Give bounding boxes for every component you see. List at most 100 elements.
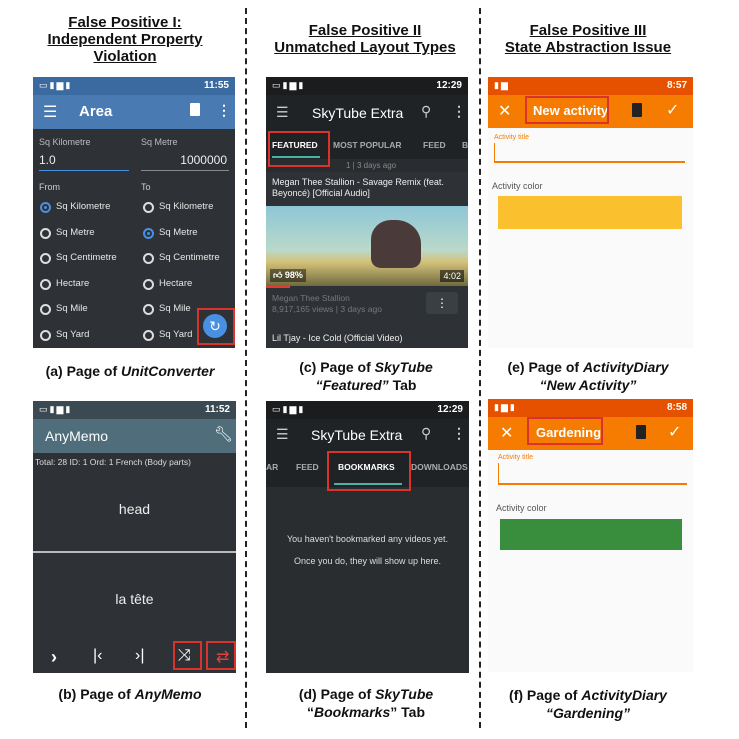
- column-divider: [245, 8, 247, 728]
- overflow-icon[interactable]: ⋮: [452, 103, 466, 120]
- caption-line: (d) Page of SkyTube: [250, 685, 482, 703]
- from-option-label[interactable]: Sq Centimetre: [56, 252, 117, 263]
- caption-text: (e) Page of: [507, 359, 583, 375]
- video-options-button[interactable]: ⋮: [426, 292, 458, 314]
- page-title: Area: [79, 103, 113, 120]
- from-radio[interactable]: [40, 202, 51, 213]
- highlight-shuffle: [173, 641, 202, 670]
- app-bar: ☰ Area ⋮: [33, 95, 235, 129]
- tab-bookmarks-partial[interactable]: B: [462, 140, 468, 150]
- to-radio[interactable]: [143, 304, 154, 315]
- to-option-label[interactable]: Sq Mile: [159, 303, 191, 314]
- sq-km-label: Sq Kilometre: [39, 137, 91, 147]
- to-option-label[interactable]: Hectare: [159, 278, 192, 289]
- from-option-label[interactable]: Hectare: [56, 278, 89, 289]
- status-bar: ▮▆▮ 8:58: [488, 399, 693, 417]
- activity-title-label: Activity title: [494, 134, 530, 141]
- activity-title-input[interactable]: [494, 143, 685, 163]
- activity-color-swatch[interactable]: [500, 519, 682, 550]
- video-title: Megan Thee Stallion - Savage Remix (feat…: [272, 177, 444, 198]
- video-thumbnail[interactable]: 👍︎ 98% 4:02: [266, 206, 468, 286]
- status-bar: ▭▮▆▮ 11:55: [33, 77, 235, 95]
- to-radio[interactable]: [143, 278, 154, 290]
- from-option-label[interactable]: Sq Metre: [56, 227, 95, 238]
- search-icon[interactable]: ⚲: [421, 425, 431, 442]
- clock: 8:57: [666, 80, 687, 91]
- to-radio[interactable]: [143, 202, 154, 213]
- tab-downloads[interactable]: DOWNLOADS: [411, 462, 468, 472]
- caption-c: (c) Page of SkyTube “Featured” Tab: [250, 358, 482, 394]
- tab-feed[interactable]: FEED: [423, 140, 446, 150]
- from-radio[interactable]: [40, 329, 51, 341]
- clock: 11:52: [204, 404, 230, 415]
- delete-icon[interactable]: [636, 425, 646, 439]
- to-option-label[interactable]: Sq Metre: [159, 227, 198, 238]
- caption-text: (a) Page of: [45, 363, 122, 379]
- caption-line: “Bookmarks” Tab: [250, 703, 482, 721]
- header-line: False Positive III: [529, 22, 647, 39]
- to-radio[interactable]: [143, 253, 154, 264]
- caption-page-name: “Gardening”: [545, 705, 630, 721]
- menu-icon[interactable]: ☰: [276, 426, 289, 443]
- menu-icon[interactable]: ☰: [276, 104, 289, 121]
- status-bar: ▮▆ 8:57: [488, 77, 693, 95]
- from-radio[interactable]: [40, 304, 51, 315]
- activity-title-label: Activity title: [498, 454, 534, 461]
- value-right-input[interactable]: 1000000: [180, 153, 227, 167]
- search-icon[interactable]: ⚲: [421, 103, 431, 120]
- from-radio[interactable]: [40, 227, 51, 239]
- close-icon[interactable]: ✕: [500, 423, 513, 443]
- activity-color-swatch[interactable]: [498, 196, 682, 229]
- to-radio[interactable]: [143, 227, 154, 239]
- app-title: SkyTube Extra: [312, 105, 404, 121]
- tab-partial[interactable]: AR: [266, 462, 278, 472]
- menu-icon[interactable]: ☰: [43, 102, 57, 122]
- thumbs-up-icon: 👍︎: [273, 270, 283, 280]
- wrench-icon[interactable]: 🔧︎: [214, 425, 233, 443]
- notification-icons: ▭▮▆▮: [272, 80, 306, 90]
- status-bar: ▭▮▆▮ 12:29: [266, 401, 469, 419]
- value-left-underline: [39, 170, 129, 171]
- highlight-featured-tab: [268, 131, 330, 167]
- first-icon[interactable]: |‹: [93, 647, 102, 665]
- highlight-bookmarks-tab: [327, 451, 411, 491]
- caption-line: “Featured” Tab: [250, 376, 482, 394]
- anymemo-screen: ▭▮▆▮ 11:52 AnyMemo 🔧︎ Total: 28 ID: 1 Or…: [33, 401, 236, 673]
- to-radio[interactable]: [143, 329, 154, 341]
- confirm-icon[interactable]: ✓: [666, 100, 679, 120]
- empty-message-line1: You haven't bookmarked any videos yet.: [287, 534, 448, 544]
- caption-line: (f) Page of ActivityDiary: [484, 686, 692, 704]
- from-option-label[interactable]: Sq Yard: [56, 329, 89, 340]
- from-option-label[interactable]: Sq Mile: [56, 303, 88, 314]
- last-icon[interactable]: ›|: [135, 647, 144, 665]
- from-radio[interactable]: [40, 253, 51, 264]
- to-option-label[interactable]: Sq Yard: [159, 329, 192, 340]
- caption-text: (f) Page of: [509, 687, 582, 703]
- value-left-input[interactable]: 1.0: [39, 153, 56, 167]
- card-back[interactable]: la tête: [33, 591, 236, 607]
- highlight-repeat: [206, 641, 236, 670]
- overflow-icon[interactable]: ⋮: [217, 102, 231, 119]
- sq-m-label: Sq Metre: [141, 137, 178, 147]
- caption-a: (a) Page of UnitConverter: [20, 362, 240, 380]
- activity-title-input[interactable]: [498, 463, 687, 485]
- clock: 11:55: [203, 80, 229, 91]
- to-option-label[interactable]: Sq Centimetre: [159, 252, 220, 263]
- overflow-icon[interactable]: ⋮: [452, 425, 466, 442]
- confirm-icon[interactable]: ✓: [668, 422, 681, 442]
- delete-icon[interactable]: [632, 103, 642, 117]
- close-icon[interactable]: ✕: [498, 101, 511, 121]
- card-front[interactable]: head: [33, 501, 236, 517]
- notification-icons: ▮▆▮: [494, 402, 517, 412]
- to-option-label[interactable]: Sq Kilometre: [159, 201, 213, 212]
- activity-color-label: Activity color: [492, 181, 543, 191]
- tab-feed[interactable]: FEED: [296, 462, 319, 472]
- from-option-label[interactable]: Sq Kilometre: [56, 201, 110, 212]
- header-line: State Abstraction Issue: [504, 39, 672, 56]
- tab-most-popular[interactable]: MOST POPULAR: [333, 140, 401, 150]
- video-card[interactable]: Megan Thee Stallion - Savage Remix (feat…: [266, 172, 468, 348]
- trash-icon[interactable]: [190, 103, 200, 116]
- horse-image: [371, 220, 421, 268]
- from-radio[interactable]: [40, 278, 51, 290]
- next-icon[interactable]: ›: [51, 647, 57, 668]
